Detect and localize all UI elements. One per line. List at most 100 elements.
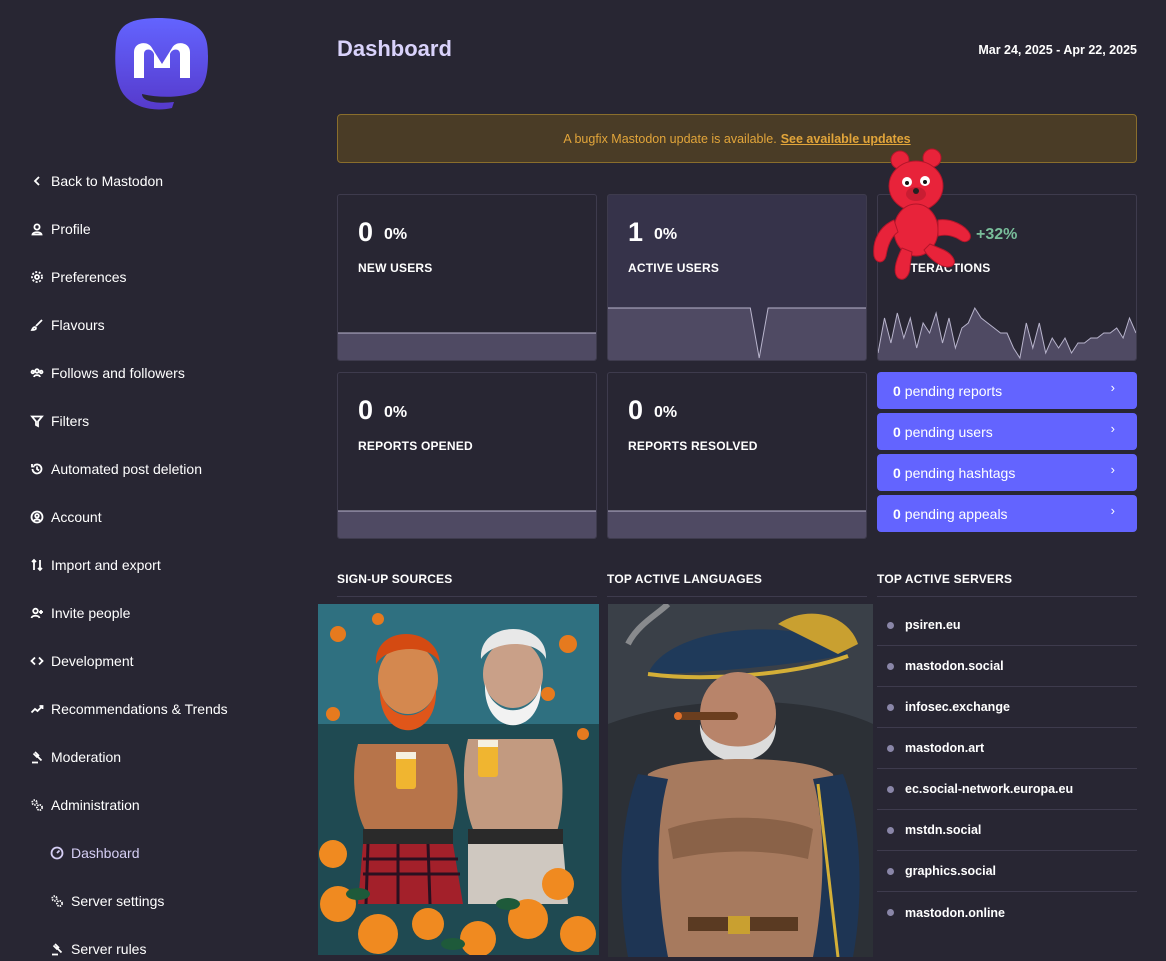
sidebar-item-label: Invite people: [51, 605, 131, 621]
gear-icon: [30, 270, 44, 284]
sidebar-item-dashboard[interactable]: Dashboard: [0, 829, 300, 877]
pending-reports-button[interactable]: 0 pending reports ›: [877, 372, 1137, 409]
pirate-artwork-image: [608, 604, 873, 957]
warriors-artwork-image: [318, 604, 599, 955]
sparkline-area: [608, 511, 866, 538]
metric-change: 0%: [654, 226, 678, 243]
metric-value: 0: [358, 217, 374, 247]
sidebar-item-moderation[interactable]: Moderation: [0, 733, 300, 781]
section-title-signup: SIGN-UP SOURCES: [337, 572, 453, 586]
person-add-icon: [30, 606, 44, 620]
sparkline-area: [338, 511, 596, 538]
pending-label: pending appeals: [904, 505, 1008, 522]
sidebar-item-label: Profile: [51, 221, 91, 237]
list-item[interactable]: graphics.social: [877, 851, 1137, 892]
sidebar-item-trends[interactable]: Recommendations & Trends: [0, 685, 300, 733]
sidebar-item-label: Server rules: [71, 941, 147, 957]
sidebar-item-label: Recommendations & Trends: [51, 701, 228, 717]
pending-count: 0: [893, 423, 901, 440]
update-banner: A bugfix Mastodon update is available. S…: [337, 114, 1137, 163]
bullet-icon: [887, 826, 894, 834]
bullet-icon: [887, 621, 894, 629]
sidebar-item-label: Automated post deletion: [51, 461, 202, 477]
sidebar-item-post-deletion[interactable]: Automated post deletion: [0, 445, 300, 493]
sidebar-item-development[interactable]: Development: [0, 637, 300, 685]
sidebar-item-label: Development: [51, 653, 134, 669]
sidebar-item-invite[interactable]: Invite people: [0, 589, 300, 637]
server-name: mstdn.social: [905, 823, 982, 837]
server-name: psiren.eu: [905, 618, 961, 632]
metric-value: 1: [628, 217, 644, 247]
metric-label: REPORTS RESOLVED: [628, 439, 758, 453]
list-item[interactable]: infosec.exchange: [877, 687, 1137, 728]
server-name: mastodon.art: [905, 741, 985, 755]
metric-card-reports-opened: 0 0% REPORTS OPENED: [337, 372, 597, 539]
list-item[interactable]: mastodon.social: [877, 646, 1137, 687]
list-item[interactable]: mstdn.social: [877, 810, 1137, 851]
pending-label: pending reports: [904, 382, 1003, 399]
sidebar-item-label: Follows and followers: [51, 365, 185, 381]
people-icon: [30, 366, 44, 380]
chevron-right-icon: ›: [1110, 503, 1115, 518]
pending-appeals-button[interactable]: 0 pending appeals ›: [877, 495, 1137, 532]
metric-change: 0%: [384, 226, 408, 243]
metric-card-active-users: 1 0% ACTIVE USERS: [607, 194, 867, 361]
sidebar-item-label: Preferences: [51, 269, 127, 285]
top-servers-list: psiren.eu mastodon.social infosec.exchan…: [877, 605, 1137, 933]
metric-label: REPORTS OPENED: [358, 439, 473, 453]
filter-icon: [30, 414, 44, 428]
sidebar-item-label: Dashboard: [71, 845, 140, 861]
bear-sticker-image: [873, 148, 971, 280]
chevron-right-icon: ›: [1110, 421, 1115, 436]
section-title-servers: TOP ACTIVE SERVERS: [877, 572, 1013, 586]
sidebar-item-label: Back to Mastodon: [51, 173, 164, 189]
sidebar-item-server-settings[interactable]: Server settings: [0, 877, 300, 925]
sidebar-item-back[interactable]: Back to Mastodon: [0, 157, 300, 205]
sidebar-item-flavours[interactable]: Flavours: [0, 301, 300, 349]
sidebar-item-profile[interactable]: Profile: [0, 205, 300, 253]
sparkline-area: [608, 308, 866, 360]
server-name: graphics.social: [905, 864, 997, 878]
date-range: Mar 24, 2025 - Apr 22, 2025: [978, 43, 1137, 57]
pending-hashtags-button[interactable]: 0 pending hashtags ›: [877, 454, 1137, 491]
bullet-icon: [887, 703, 894, 711]
sparkline: [878, 306, 1136, 360]
list-item[interactable]: ec.social-network.europa.eu: [877, 769, 1137, 810]
sidebar-item-label: Moderation: [51, 749, 122, 765]
metric-change: 0%: [654, 404, 678, 421]
gavel-icon: [30, 750, 44, 764]
metric-label: ACTIVE USERS: [628, 261, 720, 275]
sidebar-item-filters[interactable]: Filters: [0, 397, 300, 445]
trending-icon: [30, 702, 44, 716]
pending-label: pending hashtags: [904, 464, 1016, 481]
sidebar-item-preferences[interactable]: Preferences: [0, 253, 300, 301]
sidebar-item-import-export[interactable]: Import and export: [0, 541, 300, 589]
see-updates-link[interactable]: See available updates: [781, 132, 911, 146]
sparkline-area: [338, 333, 596, 360]
list-item[interactable]: psiren.eu: [877, 605, 1137, 646]
list-item[interactable]: mastodon.art: [877, 728, 1137, 769]
bullet-icon: [887, 785, 894, 793]
sidebar-item-account[interactable]: Account: [0, 493, 300, 541]
gears-icon: [50, 894, 64, 908]
sidebar-item-follows[interactable]: Follows and followers: [0, 349, 300, 397]
bullet-icon: [887, 867, 894, 875]
speedometer-icon: [50, 846, 64, 860]
sidebar-item-administration[interactable]: Administration: [0, 781, 300, 829]
paintbrush-icon: [30, 318, 44, 332]
sidebar-item-server-rules[interactable]: Server rules: [0, 925, 300, 961]
pending-count: 0: [893, 505, 901, 522]
server-name: mastodon.online: [905, 905, 1005, 920]
list-item[interactable]: mastodon.online: [877, 892, 1137, 933]
server-name: mastodon.social: [905, 659, 1004, 673]
bullet-icon: [887, 744, 894, 752]
sidebar-item-label: Account: [51, 509, 102, 525]
account-circle-icon: [30, 510, 44, 524]
mastodon-logo[interactable]: [112, 16, 212, 120]
page-title: Dashboard: [337, 36, 452, 61]
metric-label: NEW USERS: [358, 261, 433, 275]
gears-icon: [30, 798, 44, 812]
pending-users-button[interactable]: 0 pending users ›: [877, 413, 1137, 450]
metric-card-reports-resolved: 0 0% REPORTS RESOLVED: [607, 372, 867, 539]
banner-text: A bugfix Mastodon update is available.: [563, 131, 777, 146]
